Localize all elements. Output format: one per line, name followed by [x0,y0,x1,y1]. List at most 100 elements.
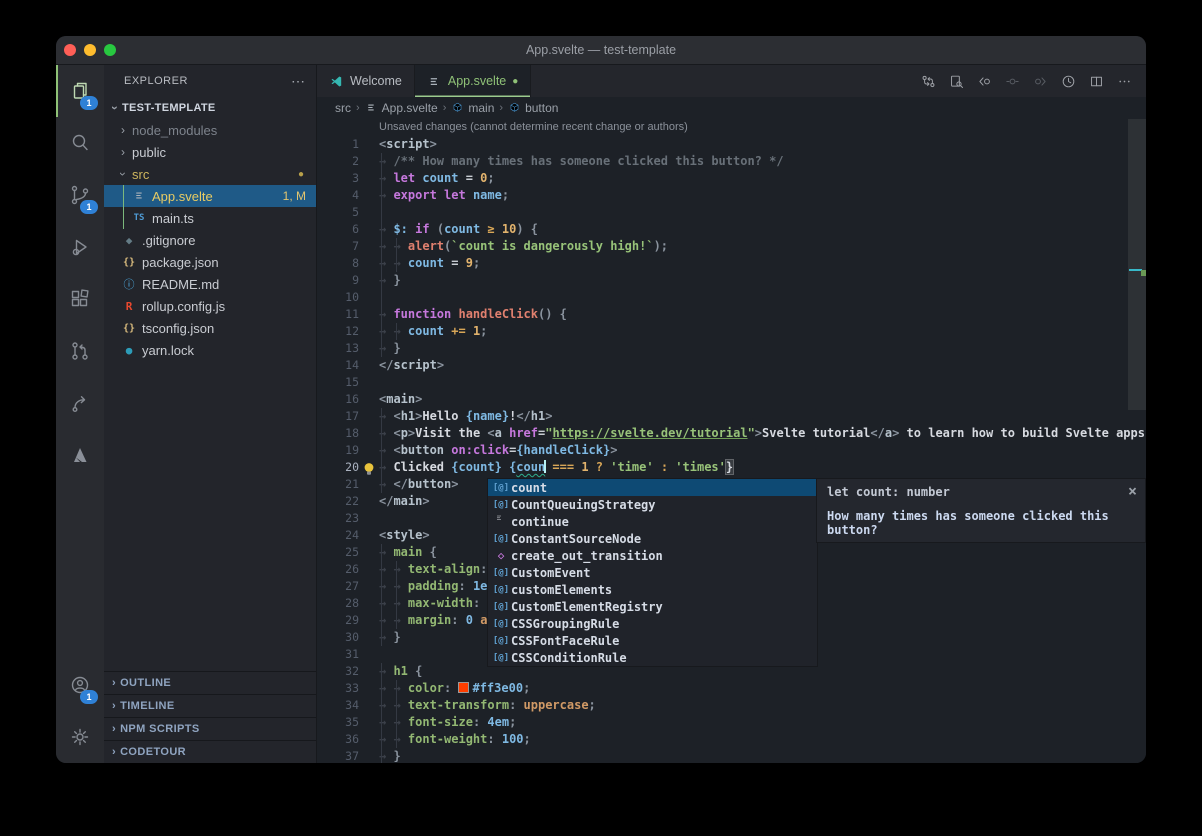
breadcrumb-item-app-svelte[interactable]: App.svelte [365,101,438,115]
code-line-text: → } [359,629,401,646]
code-editor[interactable]: Unsaved changes (cannot determine recent… [317,119,1146,763]
breadcrumb-item-src[interactable]: src [335,101,351,115]
open-preview-icon[interactable] [944,69,968,93]
sidebar-section-timeline[interactable]: ›TIMELINE [104,694,316,717]
suggestion-count[interactable]: [@]count [488,479,817,496]
tree-file-readme-md[interactable]: ⓘREADME.md [104,273,316,295]
editor-toolbar [916,65,1146,97]
activity-item-accounts[interactable]: 1 [56,659,104,711]
activity-item-explorer[interactable]: 1 [56,65,104,117]
tree-folder-public[interactable]: ›public [104,141,316,163]
suggestion-create_out_transition[interactable]: ◇create_out_transition [488,547,817,564]
code-line[interactable]: 33→ → color: #ff3e00; [317,680,1128,697]
activity-item-settings[interactable] [56,711,104,763]
timeline-clock-icon[interactable] [1056,69,1080,93]
code-line[interactable]: 34→ → text-transform: uppercase; [317,697,1128,714]
suggestion-cssconditionrule[interactable]: [@]CSSConditionRule [488,649,817,666]
code-line[interactable]: 1<script> [317,136,1128,153]
code-line[interactable]: 6→ $: if (count ≥ 10) { [317,221,1128,238]
suggest-variable-icon: [@] [491,653,511,663]
code-line[interactable]: 35→ → font-size: 4em; [317,714,1128,731]
tree-file--gitignore[interactable]: ◆.gitignore [104,229,316,251]
code-line[interactable]: 15 [317,374,1128,391]
suggestion-customelementregistry[interactable]: [@]CustomElementRegistry [488,598,817,615]
previous-change-icon[interactable] [972,69,996,93]
code-line[interactable]: 36→ → font-weight: 100; [317,731,1128,748]
activity-item-extensions[interactable] [56,273,104,325]
activity-item-search[interactable] [56,117,104,169]
code-line[interactable]: 4→ export let name; [317,187,1128,204]
svelte-file-icon [130,189,148,204]
scrollbar-thumb[interactable] [1128,119,1146,410]
code-line[interactable]: 16<main> [317,391,1128,408]
activity-item-pull-requests[interactable] [56,325,104,377]
color-swatch [458,682,469,693]
code-line[interactable]: 10 [317,289,1128,306]
current-change-icon[interactable] [1000,69,1024,93]
code-line[interactable]: 20→ Clicked {count} {coun === 1 ? 'time'… [317,459,1128,476]
more-actions-icon[interactable]: ⋯ [291,73,306,90]
line-number: 36 [317,731,359,748]
vscode-logo-icon [329,74,344,89]
code-line[interactable]: 7→ → alert(`count is dangerously high!`)… [317,238,1128,255]
close-icon[interactable]: × [1128,482,1137,500]
code-line[interactable]: 3→ let count = 0; [317,170,1128,187]
tree-folder-node-modules[interactable]: ›node_modules [104,119,316,141]
activity-item-live-share[interactable] [56,377,104,429]
tree-folder-src[interactable]: ›src● [104,163,316,185]
tree-file-rollup-config-js[interactable]: Rrollup.config.js [104,295,316,317]
tab-bar: WelcomeApp.svelte● [317,65,1146,97]
code-line[interactable]: 14</script> [317,357,1128,374]
codelens-annotation[interactable]: Unsaved changes (cannot determine recent… [379,121,688,133]
tree-root[interactable]: › TEST-TEMPLATE [104,97,316,119]
suggestion-countqueuingstrategy[interactable]: [@]CountQueuingStrategy [488,496,817,513]
tree-file-main-ts[interactable]: TSmain.ts [104,207,316,229]
tab-app-svelte[interactable]: App.svelte● [415,65,531,97]
next-change-icon[interactable] [1028,69,1052,93]
tree-file-yarn-lock[interactable]: ●yarn.lock [104,339,316,361]
activity-item-azure[interactable] [56,429,104,481]
code-line[interactable]: 11→ function handleClick() { [317,306,1128,323]
code-line[interactable]: 8→ → count = 9; [317,255,1128,272]
sidebar-section-outline[interactable]: ›OUTLINE [104,671,316,694]
tree-file-app-svelte[interactable]: App.svelte1, M [104,185,316,207]
tree-file-package-json[interactable]: {}package.json [104,251,316,273]
code-line[interactable]: 19→ <button on:click={handleClick}> [317,442,1128,459]
scrollbar[interactable] [1128,119,1146,763]
activity-item-run-debug[interactable] [56,221,104,273]
suggestion-customelements[interactable]: [@]customElements [488,581,817,598]
split-editor-icon[interactable] [1084,69,1108,93]
code-line[interactable]: 13→ } [317,340,1128,357]
svelte-file-icon [365,101,378,115]
code-line[interactable]: 2→ /** How many times has someone clicke… [317,153,1128,170]
tree-item-label: main.ts [152,211,194,226]
line-number: 10 [317,289,359,306]
code-line-text: → </button> [359,476,459,493]
code-line[interactable]: 9→ } [317,272,1128,289]
line-number: 5 [317,204,359,221]
explorer-sidebar: EXPLORER ⋯ › TEST-TEMPLATE ›node_modules… [104,65,317,763]
code-line[interactable]: 17→ <h1>Hello {name}!</h1> [317,408,1128,425]
suggestion-customevent[interactable]: [@]CustomEvent [488,564,817,581]
code-line[interactable]: 12→ → count += 1; [317,323,1128,340]
suggestion-cssfontfacerule[interactable]: [@]CSSFontFaceRule [488,632,817,649]
suggestion-cssgroupingrule[interactable]: [@]CSSGroupingRule [488,615,817,632]
sidebar-section-npm-scripts[interactable]: ›NPM SCRIPTS [104,717,316,740]
breadcrumb-item-button[interactable]: button [508,101,558,115]
code-line[interactable]: 37→ } [317,748,1128,763]
breadcrumb-item-main[interactable]: main [451,101,494,115]
suggestion-continue[interactable]: continue [488,513,817,530]
code-line[interactable]: 5 [317,204,1128,221]
more-actions-icon[interactable] [1112,69,1136,93]
sidebar-section-codetour[interactable]: ›CODETOUR [104,740,316,763]
tab-welcome[interactable]: Welcome [317,65,415,97]
git-compare-icon[interactable] [916,69,940,93]
suggestion-constantsourcenode[interactable]: [@]ConstantSourceNode [488,530,817,547]
lightbulb-icon[interactable] [361,461,377,477]
line-number: 24 [317,527,359,544]
line-number: 7 [317,238,359,255]
code-line[interactable]: 18→ <p>Visit the <a href="https://svelte… [317,425,1128,442]
activity-item-source-control[interactable]: 1 [56,169,104,221]
code-line-text: → → text-transform: uppercase; [359,697,596,714]
tree-file-tsconfig-json[interactable]: {}tsconfig.json [104,317,316,339]
